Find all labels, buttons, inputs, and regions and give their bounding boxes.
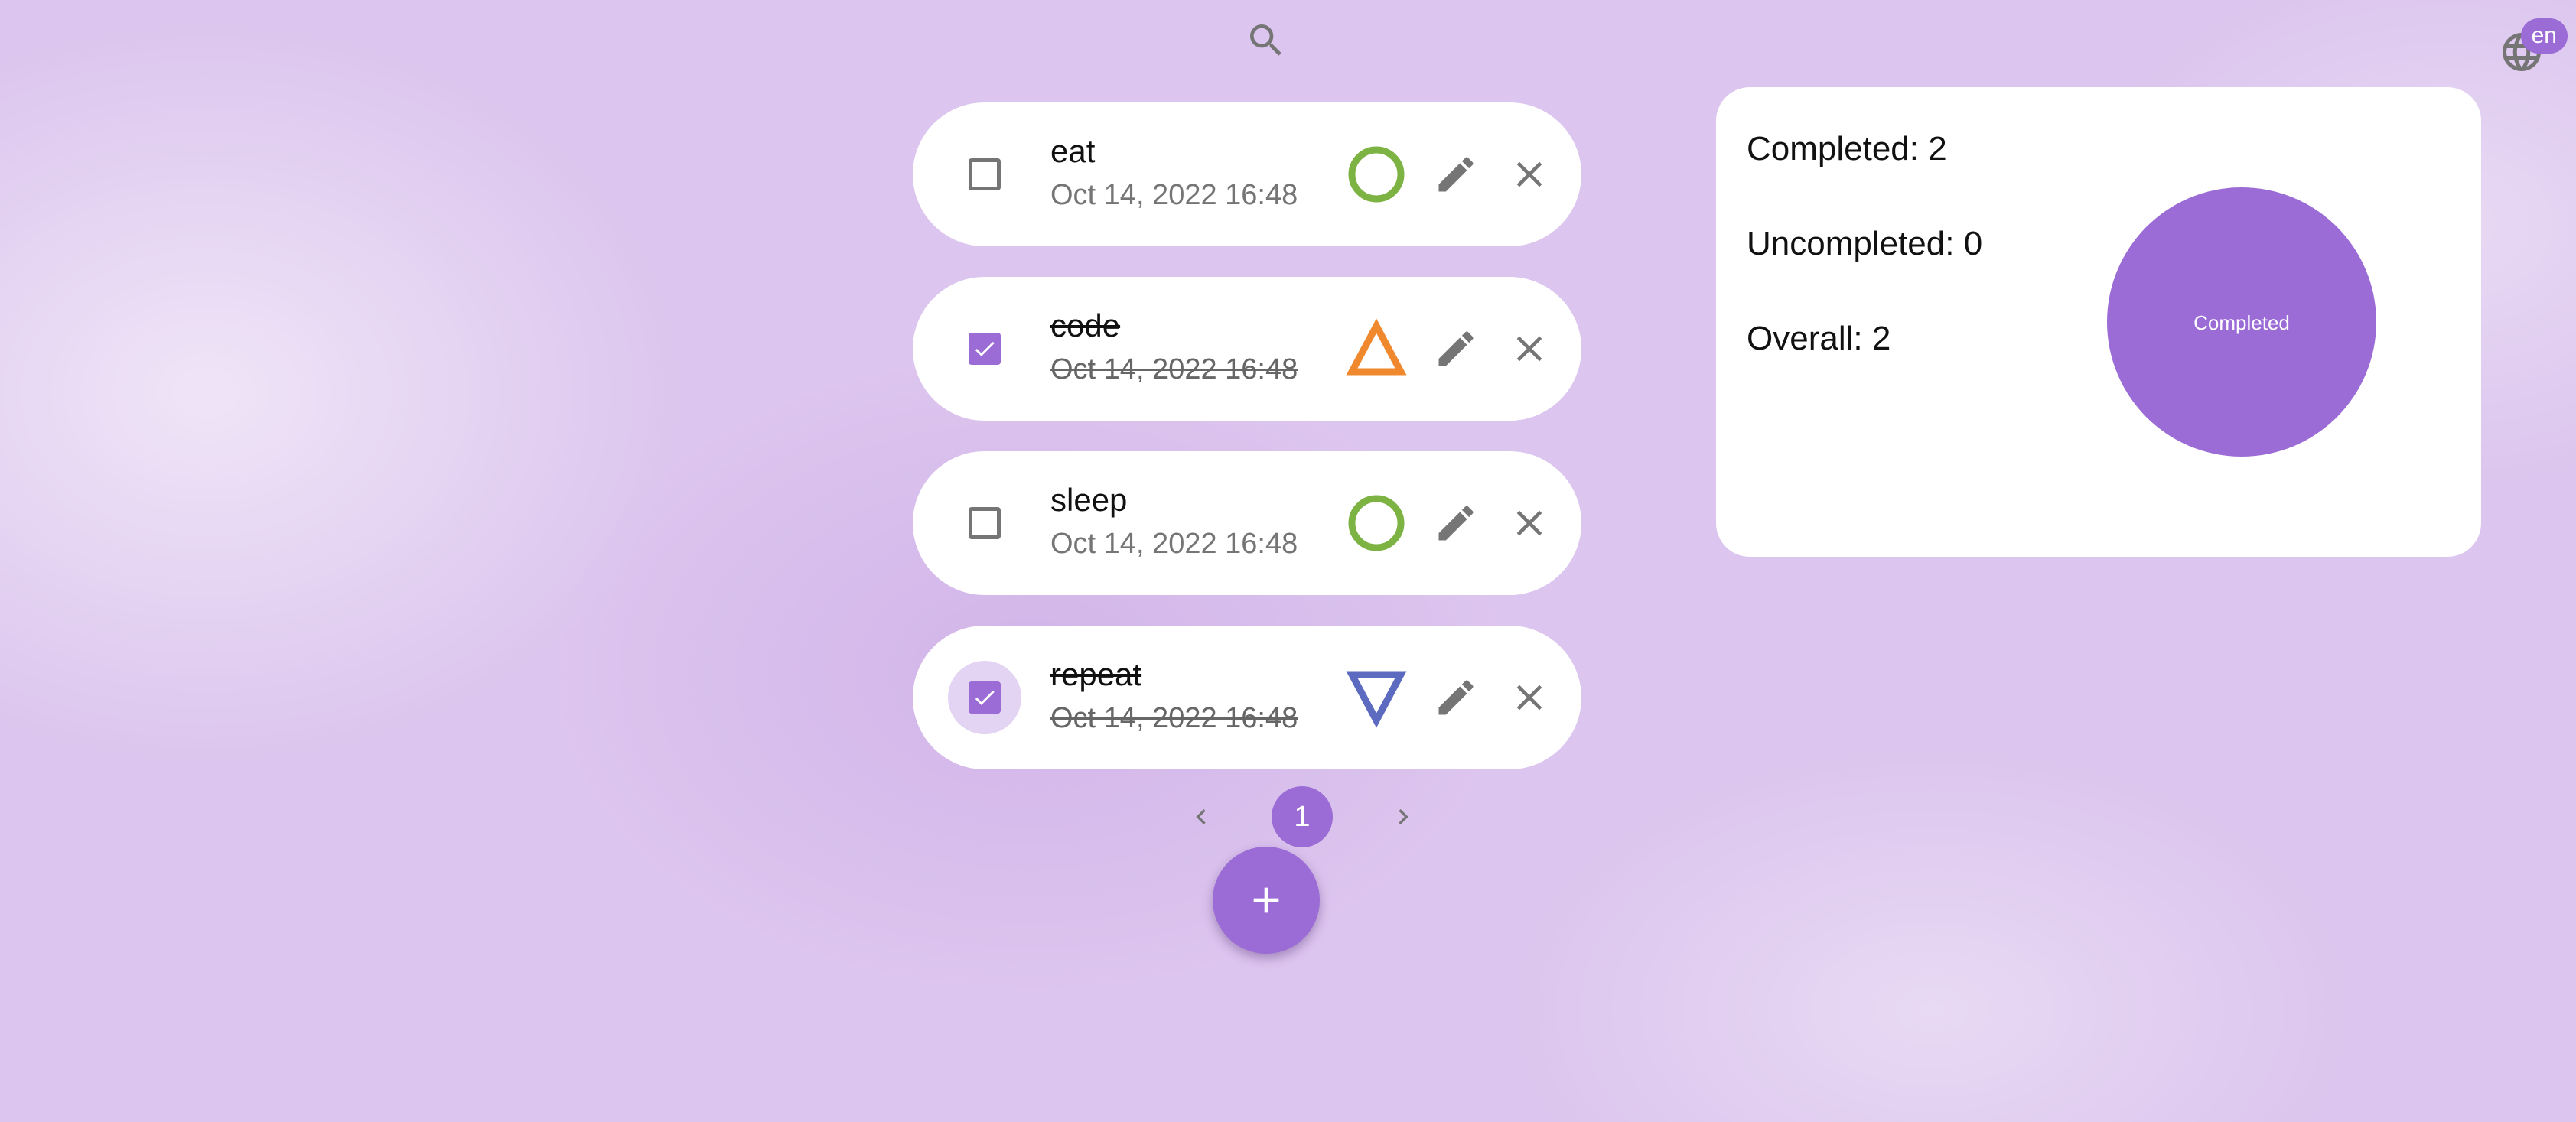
checkbox-unchecked-icon: [969, 158, 1001, 190]
triangle-down-icon: [1346, 671, 1407, 728]
task-date: Oct 14, 2022 16:48: [1050, 702, 1298, 734]
edit-task-button[interactable]: [1425, 493, 1487, 554]
task-card: eat Oct 14, 2022 16:48: [913, 102, 1581, 246]
task-title: code: [1050, 307, 1121, 343]
priority-button[interactable]: [1346, 493, 1407, 554]
search-icon: [1250, 24, 1281, 56]
delete-task-button[interactable]: [1499, 493, 1560, 554]
close-icon: [1516, 161, 1542, 187]
pencil-icon: [1438, 157, 1474, 192]
uncompleted-count: Uncompleted: 0: [1747, 225, 1983, 262]
task-date: Oct 14, 2022 16:48: [1050, 179, 1298, 211]
task-card: code Oct 14, 2022 16:48: [913, 277, 1581, 421]
task-checkbox[interactable]: [948, 312, 1021, 385]
page-button-current[interactable]: 1: [1272, 786, 1333, 847]
previous-page-button[interactable]: [1178, 794, 1224, 840]
task-date: Oct 14, 2022 16:48: [1050, 353, 1298, 385]
close-icon: [1516, 685, 1542, 711]
delete-task-button[interactable]: [1499, 144, 1560, 205]
close-icon: [1516, 336, 1542, 362]
add-task-button[interactable]: [1213, 847, 1320, 954]
search-button[interactable]: [1241, 15, 1291, 66]
language-switcher[interactable]: en: [2499, 18, 2568, 80]
delete-task-button[interactable]: [1499, 667, 1560, 728]
pie-slice-label: Completed: [2193, 311, 2290, 334]
task-title: repeat: [1050, 656, 1142, 692]
pencil-icon: [1438, 680, 1474, 715]
chevron-left-icon: [1196, 809, 1206, 824]
task-card: repeat Oct 14, 2022 16:48: [913, 626, 1581, 769]
triangle-up-icon: [1346, 318, 1407, 376]
plus-icon: [1253, 887, 1279, 913]
task-checkbox[interactable]: [948, 486, 1021, 560]
priority-button[interactable]: [1346, 144, 1407, 205]
completion-pie-chart: Completed: [2107, 187, 2376, 457]
delete-task-button[interactable]: [1499, 318, 1560, 379]
task-checkbox[interactable]: [948, 138, 1021, 211]
checkbox-checked-icon: [969, 681, 1001, 714]
task-checkbox[interactable]: [948, 661, 1021, 734]
completed-count: Completed: 2: [1747, 130, 1947, 167]
priority-button[interactable]: [1346, 667, 1407, 728]
task-card: sleep Oct 14, 2022 16:48: [913, 451, 1581, 595]
pencil-icon: [1438, 506, 1474, 541]
task-title: sleep: [1050, 482, 1128, 518]
checkbox-unchecked-icon: [969, 507, 1001, 539]
pencil-icon: [1438, 331, 1474, 366]
chevron-right-icon: [1399, 809, 1408, 824]
pagination: 1: [1178, 785, 1426, 849]
edit-task-button[interactable]: [1425, 144, 1487, 205]
task-title: eat: [1050, 133, 1096, 169]
circle-icon: [1348, 146, 1405, 203]
language-badge: en: [2520, 18, 2568, 54]
close-icon: [1516, 510, 1542, 536]
edit-task-button[interactable]: [1425, 318, 1487, 379]
task-date: Oct 14, 2022 16:48: [1050, 528, 1298, 560]
circle-icon: [1348, 495, 1405, 551]
overall-count: Overall: 2: [1747, 320, 1891, 357]
next-page-button[interactable]: [1380, 794, 1426, 840]
priority-button[interactable]: [1346, 318, 1407, 379]
edit-task-button[interactable]: [1425, 667, 1487, 728]
checkbox-checked-icon: [969, 333, 1001, 365]
stats-panel: Completed: 2 Uncompleted: 0 Overall: 2 C…: [1716, 87, 2481, 557]
